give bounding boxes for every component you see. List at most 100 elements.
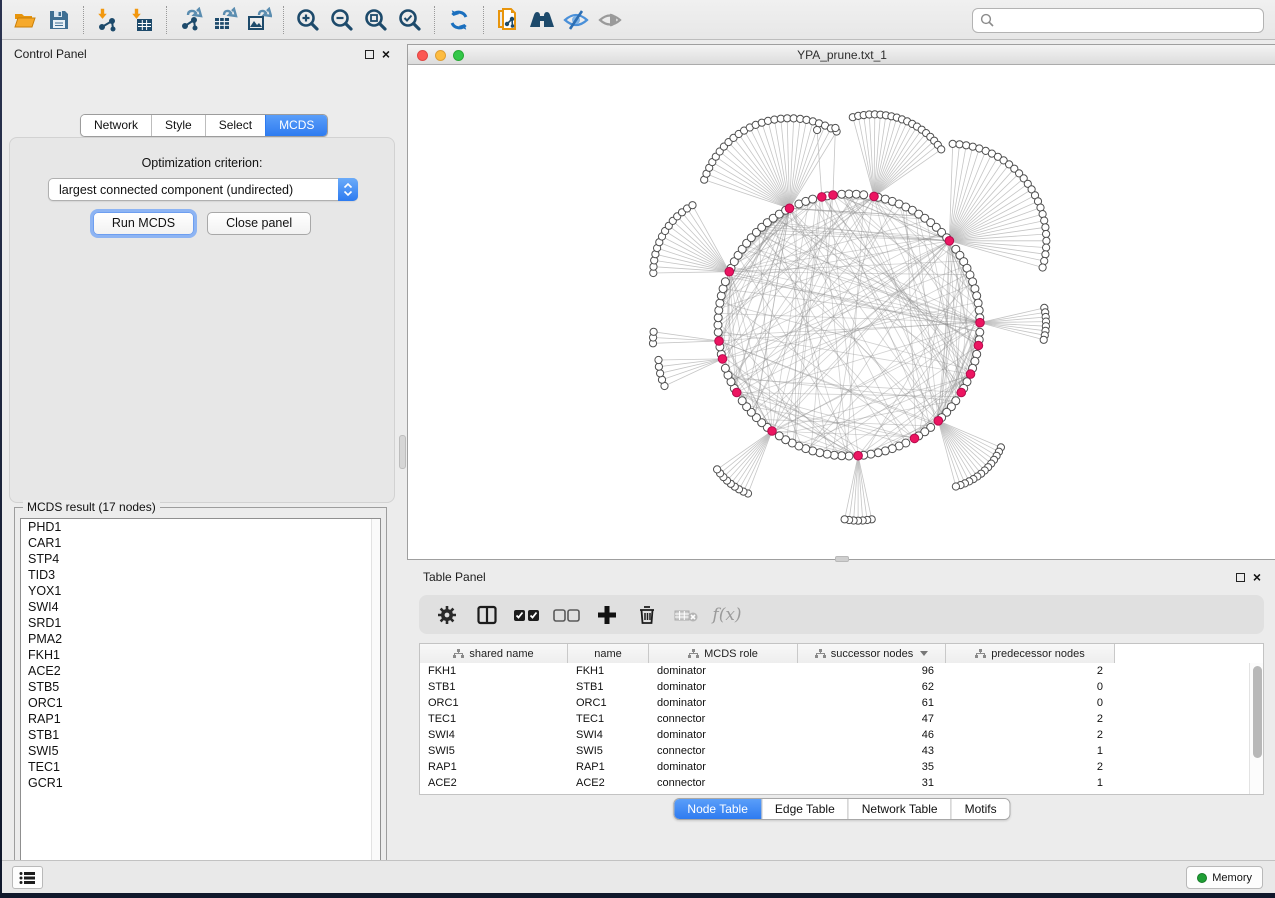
network-node[interactable] [1043, 237, 1050, 244]
close-panel-button[interactable]: Close panel [207, 212, 311, 235]
network-node[interactable] [657, 370, 664, 377]
network-node[interactable] [938, 146, 945, 153]
export-network-button[interactable] [174, 4, 208, 36]
network-node[interactable] [714, 321, 722, 329]
tab-network[interactable]: Network [81, 115, 151, 136]
tab-motifs[interactable]: Motifs [951, 799, 1010, 819]
mcds-result-item[interactable]: SWI4 [21, 599, 380, 615]
export-table-button[interactable] [208, 4, 242, 36]
network-node[interactable] [775, 432, 783, 440]
network-node[interactable] [973, 292, 981, 300]
network-node[interactable] [852, 190, 860, 198]
mcds-result-item[interactable]: STB5 [21, 679, 380, 695]
mcds-result-item[interactable]: GCR1 [21, 775, 380, 791]
column-header-predecessor-nodes[interactable]: predecessor nodes [946, 644, 1115, 663]
function-builder-button[interactable]: f(x) [709, 600, 745, 630]
open-file-button[interactable] [8, 4, 42, 36]
network-node[interactable] [721, 278, 729, 286]
show-graphics-button[interactable] [593, 4, 627, 36]
table-scrollbar[interactable] [1249, 663, 1263, 794]
network-window-titlebar[interactable]: YPA_prune.txt_1 [408, 45, 1275, 65]
float-panel-icon[interactable] [365, 50, 374, 59]
table-row[interactable]: TEC1TEC1connector472 [420, 711, 1249, 727]
mcds-result-list[interactable]: PHD1CAR1STP4TID3YOX1SWI4SRD1PMA2FKH1ACE2… [20, 518, 381, 873]
tab-node-table[interactable]: Node Table [674, 799, 761, 819]
network-hub-node[interactable] [966, 370, 975, 379]
network-node[interactable] [845, 190, 853, 198]
network-node[interactable] [874, 449, 882, 457]
network-node[interactable] [830, 451, 838, 459]
tab-network-table[interactable]: Network Table [848, 799, 951, 819]
network-hub-node[interactable] [945, 237, 954, 246]
hide-selected-button[interactable] [559, 4, 593, 36]
mcds-result-item[interactable]: TEC1 [21, 759, 380, 775]
network-node[interactable] [689, 202, 696, 209]
table-row[interactable]: SWI5SWI5connector431 [420, 743, 1249, 759]
sort-chevron-icon[interactable] [920, 651, 928, 656]
network-node[interactable] [975, 306, 983, 314]
table-row[interactable]: RAP1RAP1dominator352 [420, 759, 1249, 775]
select-all-rows-button[interactable] [509, 600, 545, 630]
network-node[interactable] [1043, 244, 1050, 251]
network-node[interactable] [814, 126, 821, 133]
network-node[interactable] [952, 483, 959, 490]
table-row[interactable]: ORC1ORC1dominator610 [420, 695, 1249, 711]
table-row[interactable]: FKH1FKH1dominator962 [420, 663, 1249, 679]
tab-edge-table[interactable]: Edge Table [761, 799, 848, 819]
network-node[interactable] [1043, 230, 1050, 237]
network-node[interactable] [963, 142, 970, 149]
table-options-button[interactable] [429, 600, 465, 630]
column-layout-button[interactable] [469, 600, 505, 630]
network-node[interactable] [823, 450, 831, 458]
network-node[interactable] [714, 466, 721, 473]
network-hub-node[interactable] [715, 337, 724, 346]
tab-style[interactable]: Style [151, 115, 205, 136]
network-hub-node[interactable] [732, 388, 741, 397]
network-hub-node[interactable] [974, 341, 983, 350]
mcds-result-item[interactable]: STP4 [21, 551, 380, 567]
network-node[interactable] [838, 452, 846, 460]
tab-mcds[interactable]: MCDS [265, 115, 327, 136]
network-node[interactable] [838, 190, 846, 198]
mcds-result-item[interactable]: SWI5 [21, 743, 380, 759]
network-node[interactable] [655, 363, 662, 370]
mcds-result-item[interactable]: PHD1 [21, 519, 380, 535]
network-node[interactable] [650, 328, 657, 335]
run-mcds-button[interactable]: Run MCDS [93, 212, 194, 235]
network-node[interactable] [715, 306, 723, 314]
mcds-result-item[interactable]: YOX1 [21, 583, 380, 599]
network-node[interactable] [949, 140, 956, 147]
import-table-button[interactable] [125, 4, 159, 36]
network-node[interactable] [974, 299, 982, 307]
zoom-selected-button[interactable] [393, 4, 427, 36]
search-input[interactable] [1000, 11, 1256, 31]
import-network-button[interactable] [91, 4, 125, 36]
network-node[interactable] [832, 124, 839, 131]
mcds-result-item[interactable]: STB1 [21, 727, 380, 743]
memory-button[interactable]: Memory [1186, 866, 1263, 889]
network-hub-node[interactable] [829, 191, 838, 200]
first-neighbors-button[interactable] [525, 4, 559, 36]
table-row[interactable]: SWI4SWI4dominator462 [420, 727, 1249, 743]
column-header-successor-nodes[interactable]: successor nodes [798, 644, 946, 663]
network-hub-node[interactable] [910, 434, 919, 443]
network-node[interactable] [738, 397, 746, 405]
table-row[interactable]: YOX1YOX1connector291 [420, 791, 1249, 794]
save-session-button[interactable] [42, 4, 76, 36]
mcds-result-item[interactable]: ACE2 [21, 663, 380, 679]
refresh-view-button[interactable] [442, 4, 476, 36]
network-hub-node[interactable] [976, 318, 985, 327]
search-field[interactable] [972, 8, 1264, 33]
mcds-result-item[interactable]: ORC1 [21, 695, 380, 711]
network-node[interactable] [655, 356, 662, 363]
column-header-shared-name[interactable]: shared name [420, 644, 568, 663]
delete-table-button[interactable] [669, 600, 705, 630]
vertical-splitter-handle[interactable] [399, 435, 406, 469]
float-panel-icon[interactable] [1236, 573, 1245, 582]
mcds-result-item[interactable]: RAP1 [21, 711, 380, 727]
network-node[interactable] [1039, 264, 1046, 271]
export-image-button[interactable] [242, 4, 276, 36]
zoom-out-button[interactable] [325, 4, 359, 36]
network-hub-node[interactable] [785, 204, 794, 213]
network-hub-node[interactable] [725, 267, 734, 276]
